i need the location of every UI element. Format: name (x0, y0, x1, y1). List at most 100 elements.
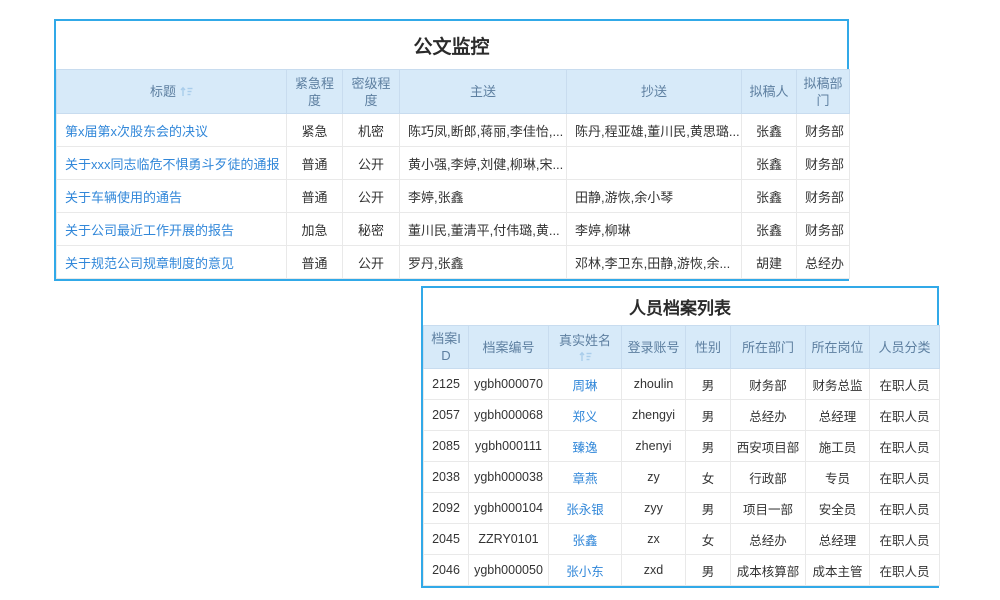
record-link[interactable]: 章燕 (549, 462, 622, 493)
cell: 安全员 (806, 493, 870, 524)
record-link[interactable]: 郑义 (549, 400, 622, 431)
cell: 在职人员 (870, 431, 940, 462)
cell: 张鑫 (742, 213, 797, 246)
table-row: 2125ygbh000070周琳zhoulin男财务部财务总监在职人员 (424, 369, 940, 400)
cell: 张鑫 (742, 180, 797, 213)
column-header[interactable]: 标题 (57, 70, 287, 114)
cell: 公开 (343, 180, 400, 213)
doc-monitor-table: 标题紧急程度密级程度主送抄送拟稿人拟稿部门 第x届第x次股东会的决议紧急机密陈巧… (56, 69, 850, 279)
cell: 普通 (287, 246, 343, 279)
record-link[interactable]: 关于xxx同志临危不惧勇斗歹徒的通报 (57, 147, 287, 180)
record-link[interactable]: 关于车辆使用的通告 (57, 180, 287, 213)
cell: 总经办 (731, 524, 806, 555)
cell: 女 (686, 524, 731, 555)
cell: ygbh000104 (469, 493, 549, 524)
column-header: 抄送 (567, 70, 742, 114)
personnel-table: 档案ID档案编号真实姓名登录账号性别所在部门所在岗位人员分类 2125ygbh0… (423, 325, 940, 586)
cell: 2057 (424, 400, 469, 431)
page: 公文监控 标题紧急程度密级程度主送抄送拟稿人拟稿部门 第x届第x次股东会的决议紧… (0, 0, 1000, 600)
cell: 专员 (806, 462, 870, 493)
personnel-title: 人员档案列表 (423, 288, 937, 325)
cell: 成本主管 (806, 555, 870, 586)
column-header-label: 所在岗位 (811, 340, 863, 355)
record-link[interactable]: 张小东 (549, 555, 622, 586)
cell: 男 (686, 400, 731, 431)
cell: ygbh000068 (469, 400, 549, 431)
doc-monitor-body: 第x届第x次股东会的决议紧急机密陈巧凤,断郎,蒋丽,李佳怡,...陈丹,程亚雄,… (57, 114, 850, 279)
cell: 总经理 (806, 400, 870, 431)
cell: 2046 (424, 555, 469, 586)
record-link[interactable]: 周琳 (549, 369, 622, 400)
cell: 李婷,柳琳 (567, 213, 742, 246)
cell: 2045 (424, 524, 469, 555)
column-header-label: 所在部门 (742, 340, 794, 355)
record-link[interactable]: 张鑫 (549, 524, 622, 555)
column-header: 所在岗位 (806, 326, 870, 369)
cell: 男 (686, 369, 731, 400)
cell: 陈巧凤,断郎,蒋丽,李佳怡,... (400, 114, 567, 147)
personnel-body: 2125ygbh000070周琳zhoulin男财务部财务总监在职人员2057y… (424, 369, 940, 586)
cell: ygbh000050 (469, 555, 549, 586)
cell (567, 147, 742, 180)
cell: 2125 (424, 369, 469, 400)
cell: 公开 (343, 147, 400, 180)
cell: 李婷,张鑫 (400, 180, 567, 213)
cell: 胡建 (742, 246, 797, 279)
column-header-label: 登录账号 (627, 340, 679, 355)
cell: 男 (686, 431, 731, 462)
cell: 在职人员 (870, 400, 940, 431)
table-row: 第x届第x次股东会的决议紧急机密陈巧凤,断郎,蒋丽,李佳怡,...陈丹,程亚雄,… (57, 114, 850, 147)
table-row: 关于规范公司规章制度的意见普通公开罗丹,张鑫邓林,李卫东,田静,游恢,余...胡… (57, 246, 850, 279)
sort-icon[interactable] (180, 86, 193, 97)
column-header[interactable]: 真实姓名 (549, 326, 622, 369)
cell: 在职人员 (870, 462, 940, 493)
table-row: 关于公司最近工作开展的报告加急秘密董川民,董清平,付伟璐,黄...李婷,柳琳张鑫… (57, 213, 850, 246)
cell: 财务部 (797, 180, 850, 213)
cell: 施工员 (806, 431, 870, 462)
cell: zhenyi (622, 431, 686, 462)
column-header-label: 抄送 (641, 84, 667, 99)
cell: 项目一部 (731, 493, 806, 524)
cell: 财务部 (797, 114, 850, 147)
cell: zxd (622, 555, 686, 586)
record-link[interactable]: 第x届第x次股东会的决议 (57, 114, 287, 147)
cell: 在职人员 (870, 493, 940, 524)
doc-monitor-header: 标题紧急程度密级程度主送抄送拟稿人拟稿部门 (57, 70, 850, 114)
column-header: 登录账号 (622, 326, 686, 369)
cell: 秘密 (343, 213, 400, 246)
cell: 黄小强,李婷,刘健,柳琳,宋... (400, 147, 567, 180)
column-header-label: 档案编号 (482, 340, 534, 355)
cell: ZZRY0101 (469, 524, 549, 555)
table-row: 2057ygbh000068郑义zhengyi男总经办总经理在职人员 (424, 400, 940, 431)
cell: 邓林,李卫东,田静,游恢,余... (567, 246, 742, 279)
column-header: 档案编号 (469, 326, 549, 369)
doc-monitor-panel: 公文监控 标题紧急程度密级程度主送抄送拟稿人拟稿部门 第x届第x次股东会的决议紧… (54, 19, 849, 281)
cell: zx (622, 524, 686, 555)
sort-icon[interactable] (579, 351, 592, 362)
column-header: 主送 (400, 70, 567, 114)
record-link[interactable]: 关于规范公司规章制度的意见 (57, 246, 287, 279)
cell: ygbh000038 (469, 462, 549, 493)
record-link[interactable]: 臻逸 (549, 431, 622, 462)
cell: 普通 (287, 147, 343, 180)
header-row: 标题紧急程度密级程度主送抄送拟稿人拟稿部门 (57, 70, 850, 114)
table-row: 2085ygbh000111臻逸zhenyi男西安项目部施工员在职人员 (424, 431, 940, 462)
cell: 女 (686, 462, 731, 493)
record-link[interactable]: 张永银 (549, 493, 622, 524)
table-row: 关于车辆使用的通告普通公开李婷,张鑫田静,游恢,余小琴张鑫财务部 (57, 180, 850, 213)
cell: 2092 (424, 493, 469, 524)
column-header: 密级程度 (343, 70, 400, 114)
cell: 在职人员 (870, 524, 940, 555)
cell: 普通 (287, 180, 343, 213)
column-header: 性别 (686, 326, 731, 369)
column-header-label: 密级程度 (351, 76, 390, 108)
cell: 罗丹,张鑫 (400, 246, 567, 279)
cell: 财务部 (731, 369, 806, 400)
record-link[interactable]: 关于公司最近工作开展的报告 (57, 213, 287, 246)
cell: 董川民,董清平,付伟璐,黄... (400, 213, 567, 246)
column-header-label: 标题 (150, 84, 176, 99)
cell: 财务部 (797, 213, 850, 246)
column-header-label: 档案ID (431, 331, 461, 363)
cell: 在职人员 (870, 369, 940, 400)
personnel-panel: 人员档案列表 档案ID档案编号真实姓名登录账号性别所在部门所在岗位人员分类 21… (421, 286, 939, 588)
